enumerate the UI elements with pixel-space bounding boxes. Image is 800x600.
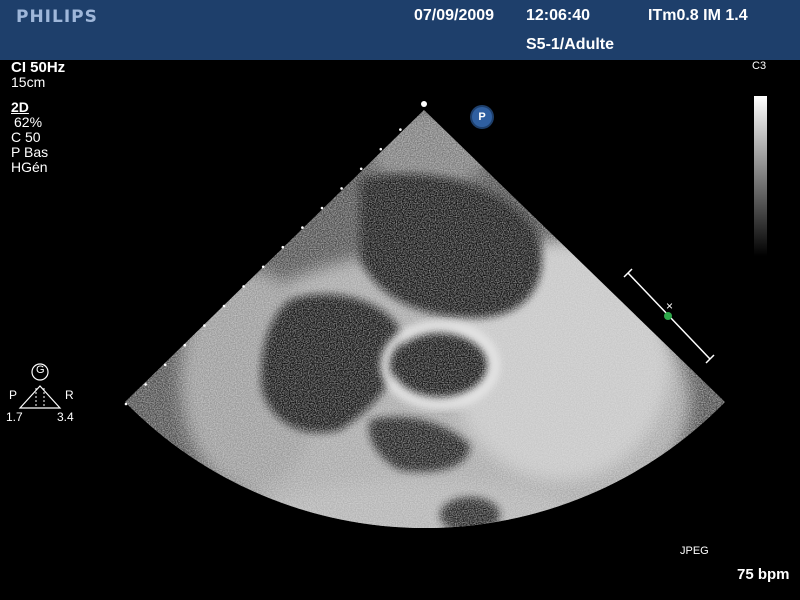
depth-tick xyxy=(242,285,245,288)
imaging-mode: 2D xyxy=(11,99,29,115)
depth-tick xyxy=(340,187,343,190)
depth-tick xyxy=(222,304,226,308)
depth-value: 15cm xyxy=(11,74,46,90)
compression-value: C 50 xyxy=(11,129,41,145)
colormap-label: C3 xyxy=(752,60,767,72)
depth-tick xyxy=(320,206,324,210)
orientation-indicator: G P R 1.7 3.4 xyxy=(0,360,90,430)
heart-rate: 75 bpm xyxy=(737,566,790,583)
orientation-right-label: R xyxy=(65,388,74,402)
depth-tick xyxy=(124,402,128,406)
depth-tick xyxy=(183,343,187,347)
depth-tick xyxy=(359,167,363,171)
focus-icon xyxy=(664,312,672,320)
echo-sector xyxy=(125,110,725,529)
harmonic-value: HGén xyxy=(11,159,48,175)
orientation-center-label: G xyxy=(36,364,45,376)
gain-value: 62% xyxy=(14,114,43,130)
depth-tick xyxy=(203,324,206,327)
orientation-right-value: 3.4 xyxy=(57,410,74,424)
circle-p-icon: P xyxy=(472,107,492,127)
orientation-left-value: 1.7 xyxy=(6,410,23,424)
grayscale-bar xyxy=(754,96,767,256)
apex-marker xyxy=(421,101,427,107)
depth-tick xyxy=(163,363,167,367)
depth-tick xyxy=(399,128,402,131)
orientation-left-label: P xyxy=(9,388,18,402)
depth-tick xyxy=(144,383,147,386)
depth-tick xyxy=(281,245,285,249)
settings-panel: CI 50Hz 15cm 2D 62% C 50 P Bas HGén xyxy=(11,60,65,175)
depth-tick xyxy=(301,226,304,229)
ultrasound-image: × xyxy=(124,101,725,529)
depth-tick xyxy=(261,265,265,269)
depth-tick xyxy=(379,147,383,151)
power-value: P Bas xyxy=(11,144,49,160)
color-frequency: CI 50Hz xyxy=(11,59,66,76)
image-format: JPEG xyxy=(680,545,709,557)
x-marker-icon: × xyxy=(666,299,673,313)
